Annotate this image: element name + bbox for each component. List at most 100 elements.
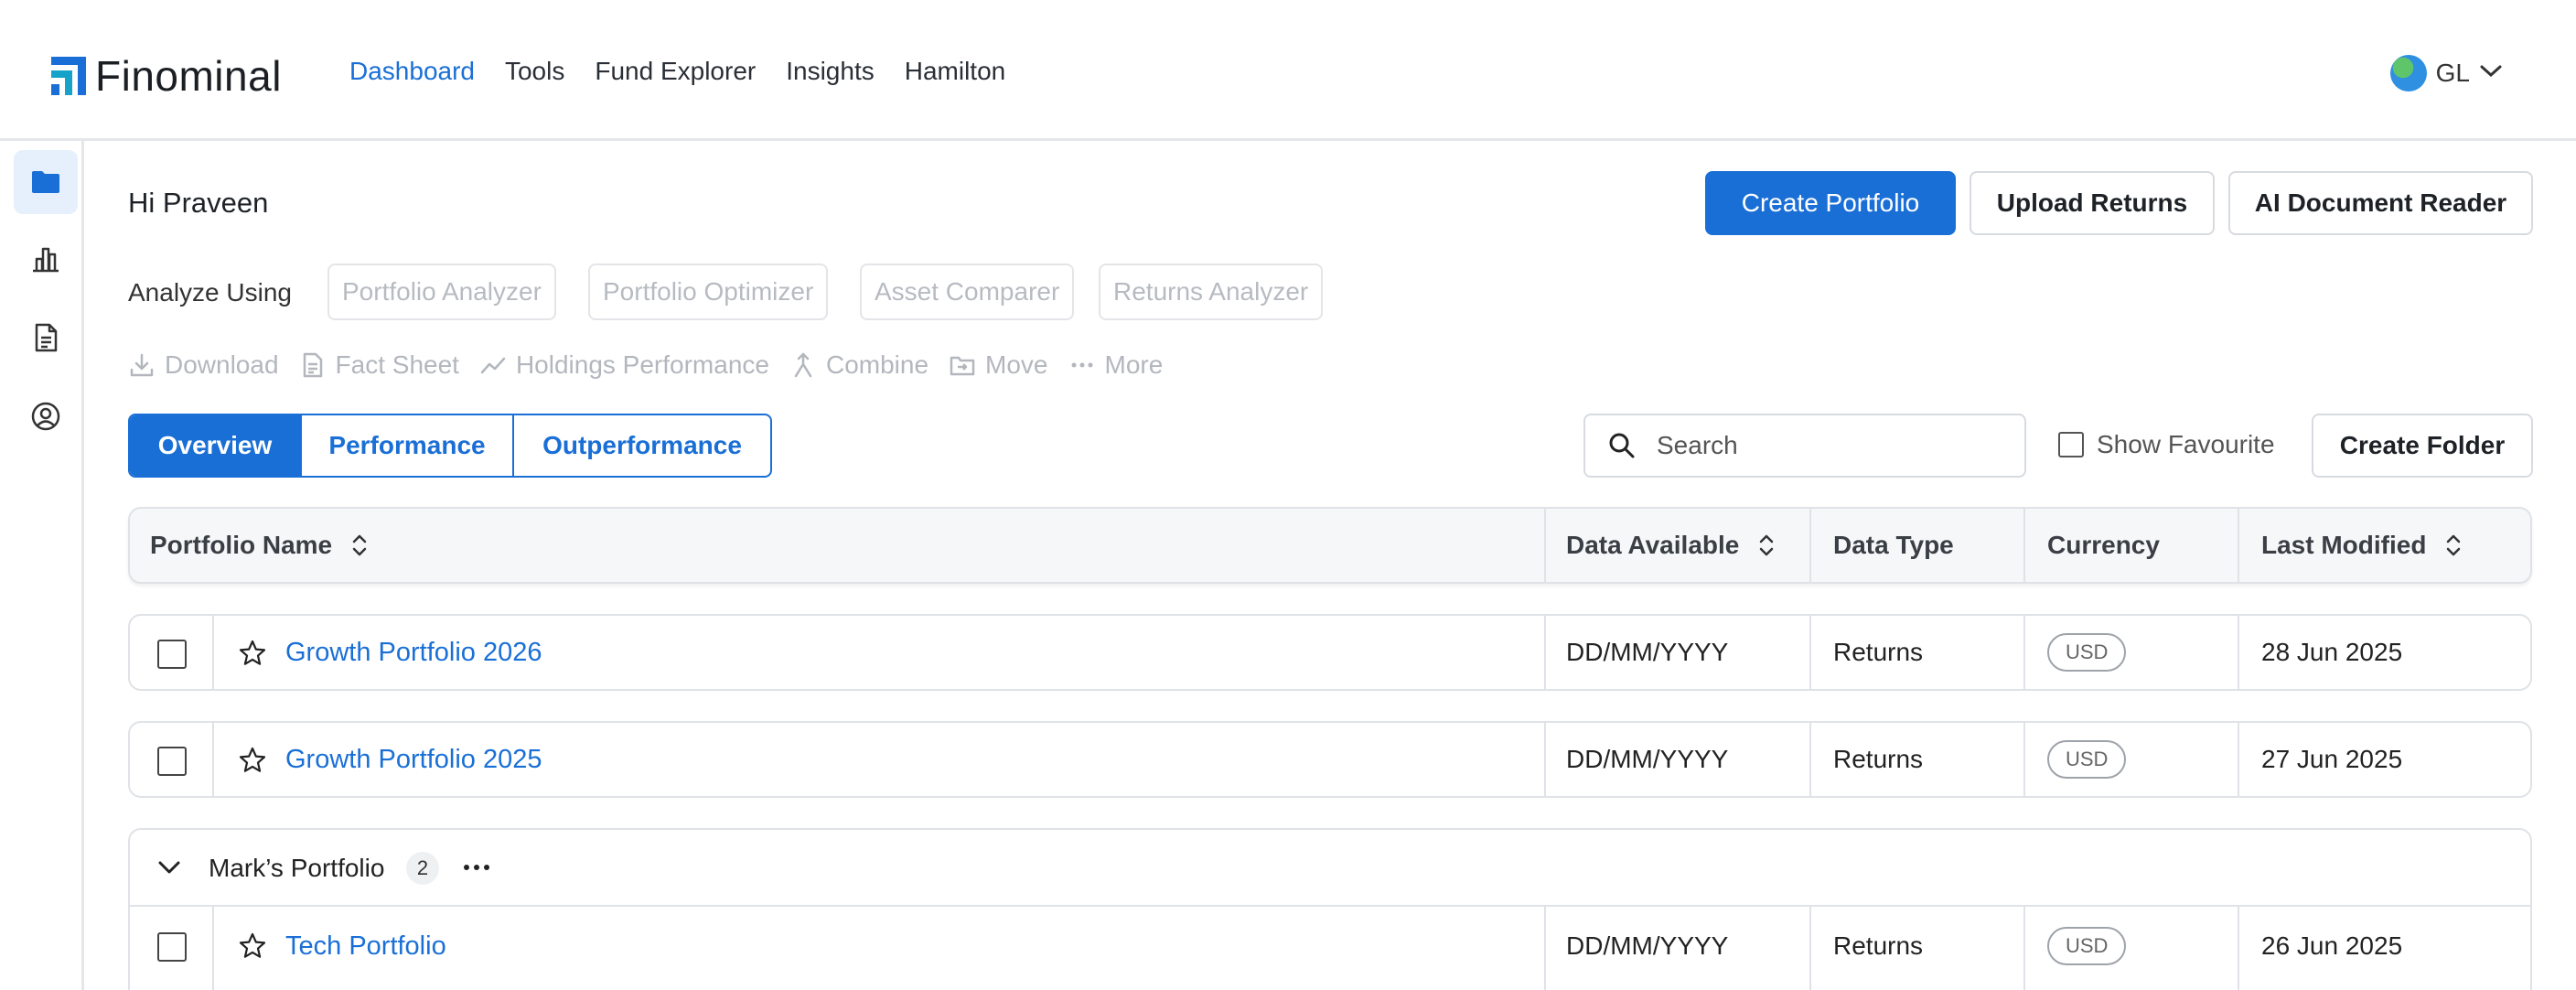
chevron-down-icon[interactable] (156, 854, 183, 881)
column-divider (1544, 509, 1546, 582)
more-dots-icon (1071, 362, 1092, 368)
column-data-type: Data Type (1833, 509, 1954, 582)
currency-badge: USD (2047, 633, 2127, 672)
portfolio-name-link[interactable]: Growth Portfolio 2025 (285, 723, 542, 796)
bulk-actions: Download Fact Sheet Holdings Performance… (128, 350, 1163, 380)
column-divider (2023, 907, 2025, 990)
sidebar-item-documents[interactable] (14, 306, 78, 370)
data-type-cell: Returns (1833, 931, 1924, 960)
show-favourite-checkbox[interactable] (2058, 432, 2084, 457)
tab-performance[interactable]: Performance (302, 415, 514, 476)
create-portfolio-button[interactable]: Create Portfolio (1705, 171, 1956, 235)
combine-label: Combine (825, 350, 929, 379)
column-data-type-label: Data Type (1833, 531, 1954, 559)
returns-analyzer-chip[interactable]: Returns Analyzer (1099, 264, 1324, 320)
portfolio-name-link[interactable]: Tech Portfolio (285, 907, 446, 985)
merge-icon (794, 352, 812, 378)
column-divider (1544, 907, 1546, 990)
column-data-available[interactable]: Data Available (1566, 509, 1776, 582)
sidebar-item-account[interactable] (14, 384, 78, 448)
table-row[interactable]: Tech Portfolio DD/MM/YYYY Returns USD 26… (130, 907, 2530, 990)
main-nav: Dashboard Tools Fund Explorer Insights H… (349, 57, 1005, 86)
create-folder-button[interactable]: Create Folder (2312, 414, 2533, 478)
search-input[interactable] (1657, 431, 2004, 460)
last-modified-cell: 26 Jun 2025 (2261, 931, 2403, 960)
column-last-modified[interactable]: Last Modified (2261, 509, 2463, 582)
language-selector[interactable]: GL (2389, 55, 2503, 91)
column-divider (212, 616, 214, 689)
ai-document-reader-button[interactable]: AI Document Reader (2228, 171, 2533, 235)
star-icon[interactable] (238, 931, 267, 961)
show-favourite-label: Show Favourite (2097, 430, 2275, 458)
star-icon[interactable] (238, 746, 267, 775)
last-modified-cell: 28 Jun 2025 (2261, 638, 2403, 666)
column-portfolio-name[interactable]: Portfolio Name (150, 509, 369, 582)
column-currency: Currency (2047, 509, 2160, 582)
asset-comparer-chip[interactable]: Asset Comparer (860, 264, 1075, 320)
column-divider (1809, 723, 1811, 796)
column-divider (2023, 723, 2025, 796)
sidebar-item-analytics[interactable] (14, 227, 78, 291)
portfolio-analyzer-chip[interactable]: Portfolio Analyzer (327, 264, 556, 320)
brand-name: Finominal (95, 52, 282, 100)
table-header: Portfolio Name Data Available Data Type … (128, 507, 2532, 584)
nav-insights[interactable]: Insights (786, 57, 875, 86)
tab-outperformance[interactable]: Outperformance (514, 415, 770, 476)
move-action[interactable]: Move (949, 350, 1048, 380)
search-icon (1609, 433, 1635, 458)
more-label: More (1104, 350, 1164, 379)
portfolio-name-link[interactable]: Growth Portfolio 2026 (285, 616, 542, 689)
row-checkbox[interactable] (157, 932, 187, 962)
column-divider (1809, 509, 1811, 582)
combine-action[interactable]: Combine (789, 350, 928, 380)
logo-icon (51, 57, 86, 95)
group-header[interactable]: Mark’s Portfolio 2 (130, 830, 2530, 907)
column-divider (1809, 907, 1811, 990)
currency-badge: USD (2047, 740, 2127, 779)
column-divider (2023, 616, 2025, 689)
user-circle-icon (31, 402, 60, 431)
holdings-performance-label: Holdings Performance (515, 350, 769, 379)
last-modified-cell: 27 Jun 2025 (2261, 745, 2403, 773)
sort-icon (352, 534, 367, 556)
column-divider (212, 723, 214, 796)
upload-returns-button[interactable]: Upload Returns (1970, 171, 2215, 235)
sidebar-item-folders[interactable] (14, 150, 78, 214)
download-icon (130, 353, 154, 377)
table-row[interactable]: Growth Portfolio 2025 DD/MM/YYYY Returns… (128, 721, 2532, 798)
more-dots-icon[interactable] (461, 854, 492, 881)
currency-cell: USD (2047, 616, 2127, 689)
move-label: Move (985, 350, 1048, 379)
column-divider (1544, 723, 1546, 796)
tab-overview[interactable]: Overview (130, 415, 302, 476)
show-favourite-toggle[interactable]: Show Favourite (2058, 430, 2275, 459)
more-action[interactable]: More (1068, 350, 1164, 380)
column-currency-label: Currency (2047, 531, 2160, 559)
nav-dashboard[interactable]: Dashboard (349, 57, 475, 86)
document-icon (35, 323, 58, 352)
chevron-down-icon (2479, 63, 2503, 84)
row-checkbox[interactable] (157, 747, 187, 776)
currency-cell: USD (2047, 723, 2127, 796)
data-available-cell: DD/MM/YYYY (1566, 638, 1729, 666)
fact-sheet-action[interactable]: Fact Sheet (299, 350, 459, 380)
column-divider (1809, 616, 1811, 689)
nav-tools[interactable]: Tools (505, 57, 564, 86)
globe-icon (2389, 55, 2427, 91)
table-row[interactable]: Growth Portfolio 2026 DD/MM/YYYY Returns… (128, 614, 2532, 691)
column-last-modified-label: Last Modified (2261, 531, 2427, 559)
row-checkbox[interactable] (157, 640, 187, 669)
group-name: Mark’s Portfolio (209, 854, 385, 882)
star-icon[interactable] (238, 639, 267, 668)
portfolio-group: Mark’s Portfolio 2 Tech Portfolio DD/MM/… (128, 828, 2532, 990)
download-action[interactable]: Download (128, 350, 279, 380)
column-divider (2238, 723, 2239, 796)
greeting: Hi Praveen (128, 187, 269, 219)
holdings-performance-action[interactable]: Holdings Performance (479, 350, 769, 380)
nav-hamilton[interactable]: Hamilton (905, 57, 1005, 86)
nav-fund-explorer[interactable]: Fund Explorer (595, 57, 756, 86)
top-navigation-bar: Finominal Dashboard Tools Fund Explorer … (0, 0, 2576, 141)
currency-cell: USD (2047, 907, 2127, 985)
brand-logo[interactable]: Finominal (51, 51, 282, 101)
portfolio-optimizer-chip[interactable]: Portfolio Optimizer (588, 264, 829, 320)
